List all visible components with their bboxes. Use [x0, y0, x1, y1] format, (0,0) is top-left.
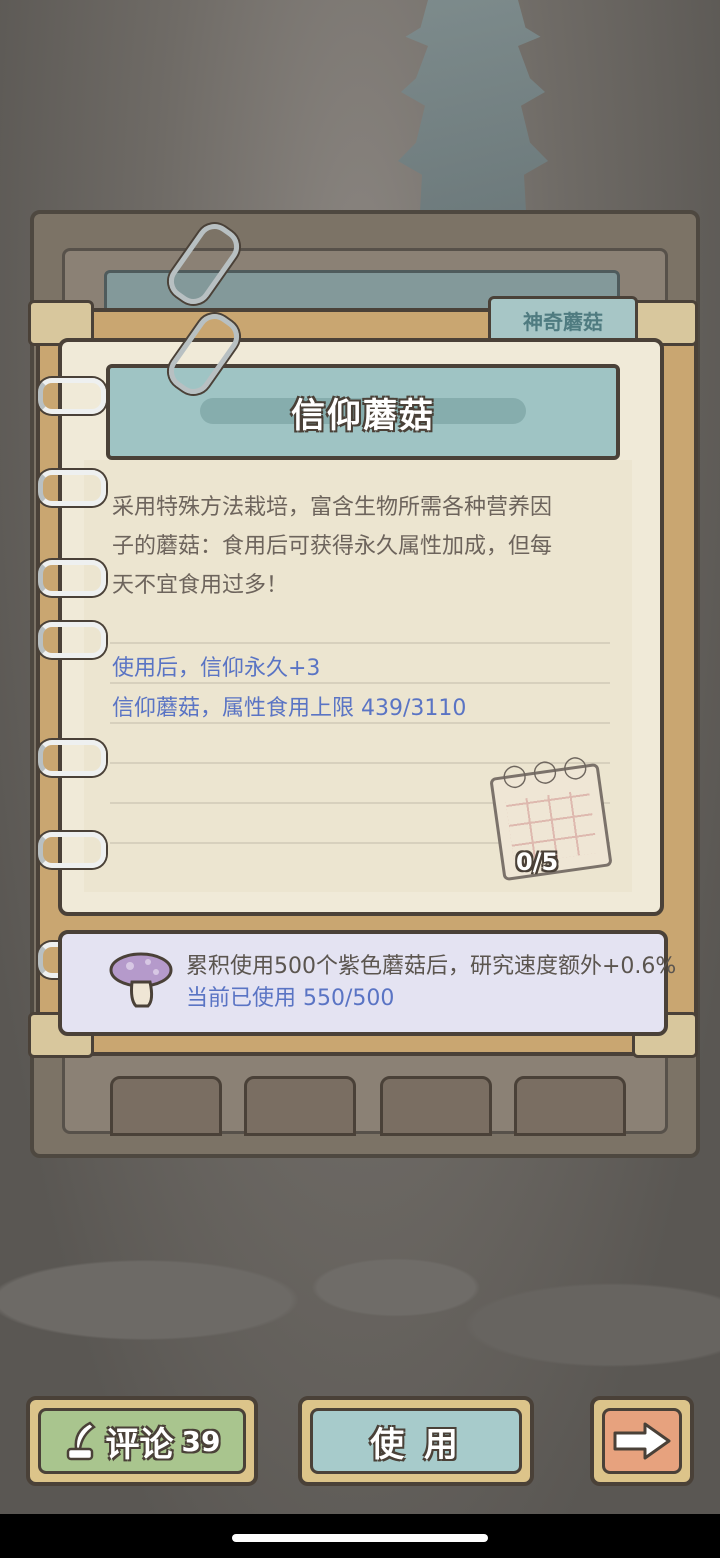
- use-label: 使 用: [370, 1424, 462, 1465]
- arrow-right-icon: [613, 1422, 671, 1460]
- description-line: 天不宜食用过多！: [112, 573, 289, 598]
- bonus-progress: 当前已使用 550/500: [186, 986, 395, 1011]
- background-rocks: [0, 1150, 720, 1400]
- tab-label: 神奇蘑菇: [523, 309, 603, 334]
- ring: [38, 740, 106, 776]
- ring: [38, 832, 106, 868]
- ring: [38, 560, 106, 596]
- use-button[interactable]: 使 用: [298, 1396, 534, 1486]
- tab-magic-mushroom[interactable]: 神奇蘑菇: [488, 296, 638, 344]
- spiral-binding: [38, 378, 106, 978]
- item-description: 采用特殊方法栽培，富含生物所需各种营养因 子的蘑菇：食用后可获得永久属性加成，但…: [112, 488, 616, 605]
- limit-text: 信仰蘑菇，属性食用上限 439/3110: [112, 696, 467, 721]
- ring: [38, 622, 106, 658]
- ring: [38, 470, 106, 506]
- daily-use-count: 0/5: [516, 848, 559, 876]
- tray-slot[interactable]: [514, 1076, 626, 1136]
- item-title: 信仰蘑菇: [291, 395, 435, 436]
- tray-slot[interactable]: [380, 1076, 492, 1136]
- home-indicator[interactable]: [232, 1534, 488, 1542]
- description-line: 采用特殊方法栽培，富含生物所需各种营养因: [112, 495, 553, 520]
- purple-mushroom-icon: [109, 952, 173, 1008]
- effect-text: 使用后，信仰永久+3: [112, 656, 321, 681]
- tray-slot[interactable]: [110, 1076, 222, 1136]
- tray-slot[interactable]: [244, 1076, 356, 1136]
- quill-icon: [66, 1421, 96, 1461]
- bonus-description: 累积使用500个紫色蘑菇后，研究速度额外+0.6%: [186, 954, 677, 979]
- comment-button[interactable]: 评论 39: [26, 1396, 258, 1486]
- comment-label: 评论: [105, 1424, 174, 1465]
- ring: [38, 378, 106, 414]
- comment-count: 39: [181, 1424, 221, 1458]
- next-button[interactable]: [590, 1396, 694, 1486]
- description-line: 子的蘑菇：食用后可获得永久属性加成，但每: [112, 534, 553, 559]
